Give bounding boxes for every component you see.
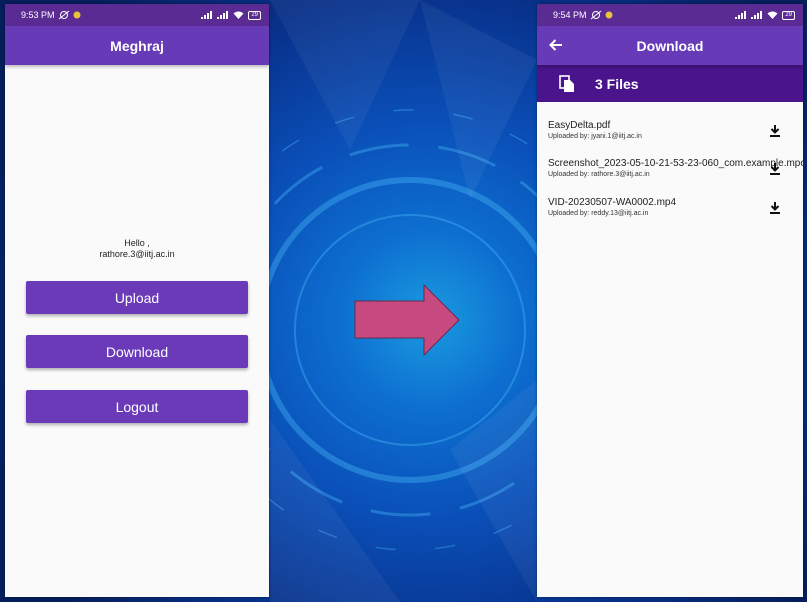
greeting-line: Hello , — [124, 238, 150, 248]
logout-button[interactable]: Logout — [26, 390, 248, 423]
battery-icon: 29 — [248, 10, 261, 20]
app-bar-title: Download — [636, 37, 704, 54]
greeting: Hello , rathore.3@iitj.ac.in — [5, 238, 269, 260]
wifi-icon — [767, 11, 778, 19]
upload-button[interactable]: Upload — [26, 281, 248, 314]
status-bar: 9:53 PM 29 — [5, 4, 269, 26]
user-email: rathore.3@iitj.ac.in — [99, 249, 175, 259]
file-uploader: Uploaded by: reddy.13@iitj.ac.in — [548, 210, 649, 217]
download-icon[interactable] — [768, 201, 782, 215]
arrow-right-icon — [354, 284, 460, 357]
status-time: 9:53 PM — [21, 10, 55, 20]
download-icon[interactable] — [768, 162, 782, 176]
signal-icon — [735, 11, 747, 19]
file-name: Screenshot_2023-05-10-21-53-23-060_com.e… — [548, 158, 803, 169]
signal-icon-2 — [751, 11, 763, 19]
file-name: EasyDelta.pdf — [548, 120, 611, 131]
download-icon[interactable] — [768, 124, 782, 138]
app-notification-icon — [605, 11, 613, 19]
alarm-off-icon — [590, 10, 601, 20]
file-uploader: Uploaded by: rathore.3@iitj.ac.in — [548, 171, 650, 178]
file-name: VID-20230507-WA0002.mp4 — [548, 197, 677, 208]
app-bar: Meghraj — [5, 26, 269, 65]
file-uploader: Uploaded by: jyani.1@iitj.ac.in — [548, 133, 642, 140]
battery-icon: 29 — [782, 10, 795, 20]
home-screen: 9:53 PM 29 Meghraj Hello , rathore.3@iit… — [5, 4, 269, 597]
files-icon — [559, 74, 574, 92]
download-button[interactable]: Download — [26, 335, 248, 368]
status-time: 9:54 PM — [553, 10, 587, 20]
file-item[interactable]: VID-20230507-WA0002.mp4 Uploaded by: red… — [548, 197, 803, 231]
files-count: 3 Files — [595, 75, 639, 92]
alarm-off-icon — [58, 10, 69, 20]
download-screen: 9:54 PM 29 Download 3 Files EasyDelta.pd… — [537, 4, 803, 597]
status-bar: 9:54 PM 29 — [537, 4, 803, 26]
file-item[interactable]: EasyDelta.pdf Uploaded by: jyani.1@iitj.… — [548, 120, 803, 154]
signal-icon — [201, 11, 213, 19]
wifi-icon — [233, 11, 244, 19]
back-arrow-icon[interactable] — [547, 36, 565, 54]
files-header: 3 Files — [537, 65, 803, 102]
signal-icon-2 — [217, 11, 229, 19]
app-bar: Download — [537, 26, 803, 65]
file-item[interactable]: Screenshot_2023-05-10-21-53-23-060_com.e… — [548, 158, 803, 192]
app-bar-title: Meghraj — [110, 37, 164, 54]
app-notification-icon — [73, 11, 81, 19]
